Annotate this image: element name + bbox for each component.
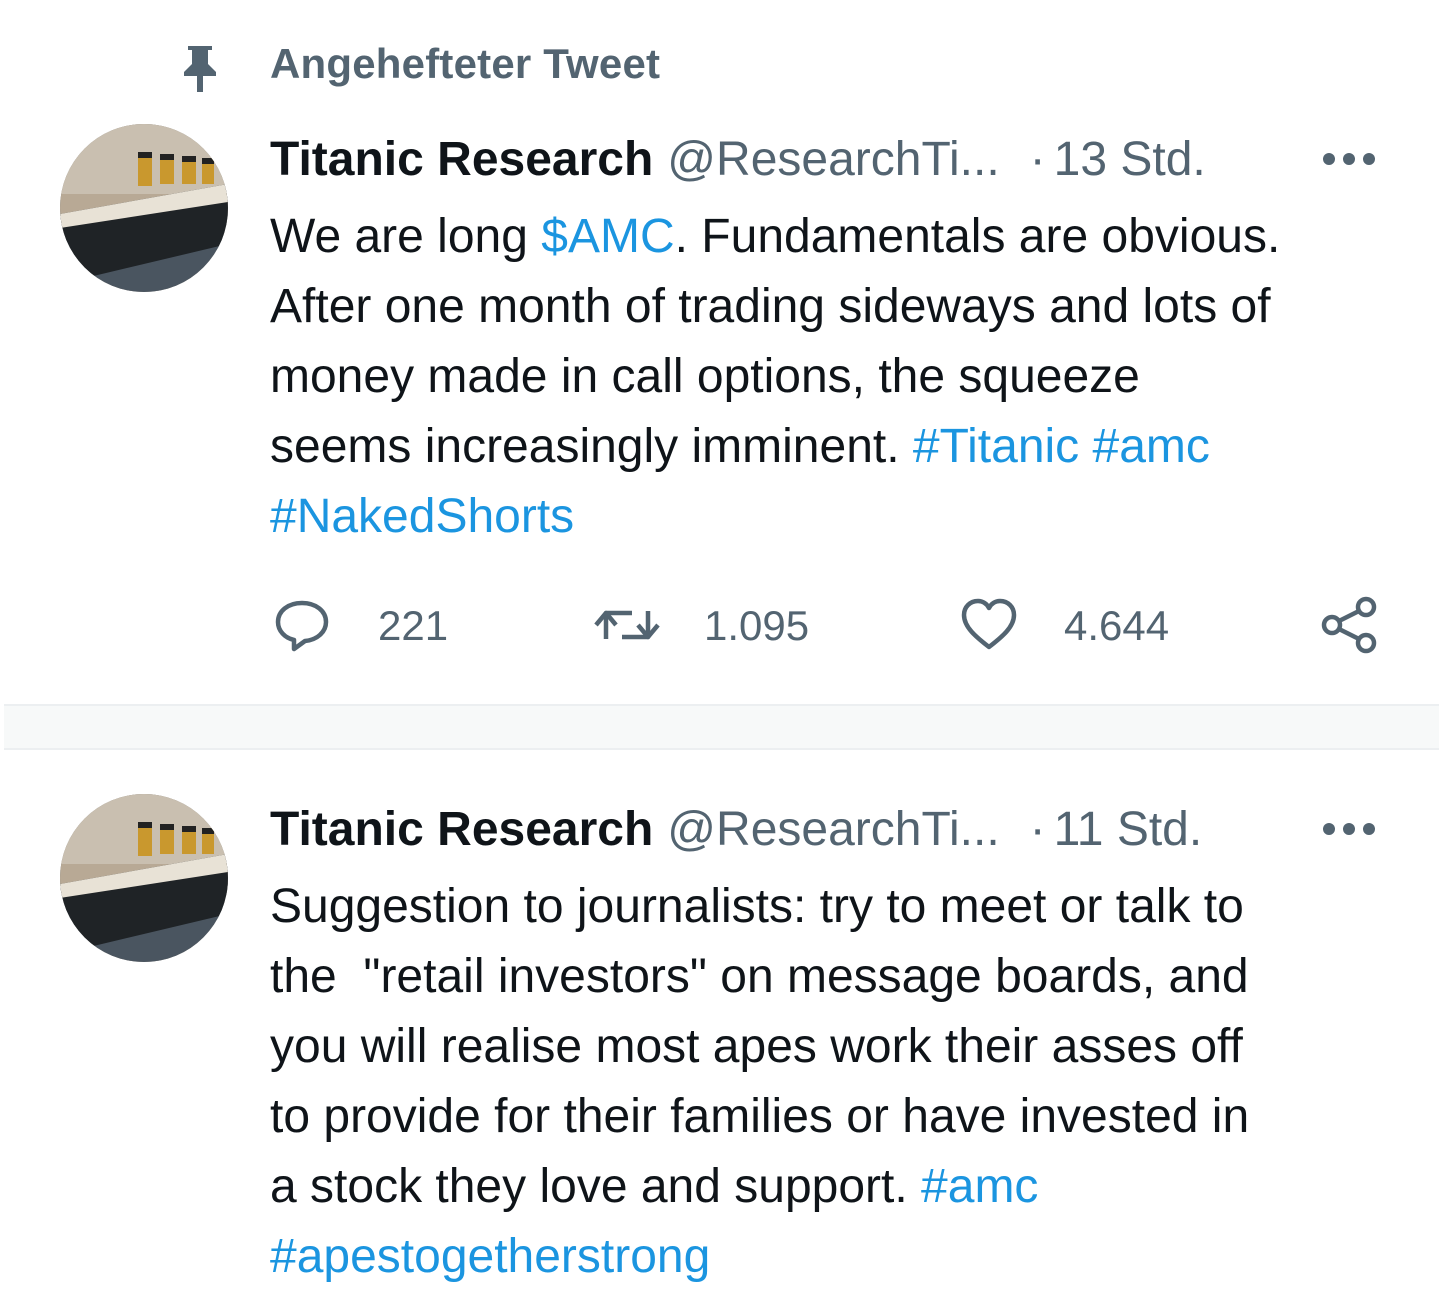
author-name[interactable]: Titanic Research — [270, 133, 653, 186]
more-icon[interactable] — [1320, 150, 1378, 168]
retweet-count: 1.095 — [704, 602, 810, 649]
retweet-button[interactable]: 1.095 — [592, 590, 809, 660]
heart-icon — [961, 598, 1017, 650]
text-segment: seems increasingly imminent. — [270, 420, 913, 473]
author-handle[interactable]: @ResearchTi... — [667, 803, 999, 856]
text-segment — [1079, 420, 1092, 473]
reply-button[interactable]: 221 — [272, 590, 448, 660]
reply-icon — [275, 600, 329, 652]
share-icon — [1321, 596, 1377, 654]
tweet-divider — [4, 704, 1439, 750]
avatar-image — [60, 124, 228, 292]
separator-dot: · — [1029, 133, 1046, 186]
text-segment: a stock they love and support. — [270, 1160, 922, 1213]
avatar[interactable] — [60, 794, 228, 962]
text-segment: . Fundamentals are obvious. — [674, 210, 1281, 263]
tweet[interactable]: Titanic Research @ResearchTi... · 13 Std. W… — [0, 110, 1439, 700]
avatar[interactable] — [60, 124, 228, 292]
reply-count: 221 — [378, 602, 449, 649]
pinned-tweet-label: Angehefteter Tweet — [270, 40, 661, 87]
tweet-text-line: seems increasingly imminent. #Titanic #a… — [270, 412, 1400, 482]
tweet-header: Titanic Research @ResearchTi... · 13 Std. — [270, 132, 1206, 188]
tweet-text-line: money made in call options, the squeeze — [270, 342, 1400, 412]
more-icon[interactable] — [1320, 820, 1378, 838]
tweet[interactable]: Titanic Research @ResearchTi... · 11 Std. S… — [0, 780, 1439, 1309]
hashtag-link[interactable]: #amc — [1093, 420, 1210, 473]
pin-icon — [184, 46, 216, 92]
hashtag-link[interactable]: #Titanic — [913, 420, 1079, 473]
text-segment: the "retail investors" on message boards… — [270, 950, 1249, 1003]
text-segment: money made in call options, the squeeze — [270, 350, 1140, 403]
hashtag-link[interactable]: #apestogetherstrong — [270, 1230, 710, 1283]
tweet-text-line: a stock they love and support. #amc — [270, 1152, 1400, 1222]
tweet-timestamp[interactable]: 11 Std. — [1054, 803, 1203, 856]
tweet-timestamp[interactable]: 13 Std. — [1054, 133, 1206, 186]
text-segment: you will realise most apes work their as… — [270, 1020, 1243, 1073]
text-segment: After one month of trading sideways and … — [270, 280, 1271, 333]
share-button[interactable] — [1320, 590, 1380, 660]
text-segment: Suggestion to journalists: try to meet o… — [270, 880, 1244, 933]
tweet-text-line: #NakedShorts — [270, 482, 1400, 552]
tweet-text-line: We are long $AMC. Fundamentals are obvio… — [270, 202, 1400, 272]
cashtag-link[interactable]: $AMC — [541, 210, 674, 263]
tweet-text: Suggestion to journalists: try to meet o… — [270, 872, 1400, 1292]
tweet-text-line: the "retail investors" on message boards… — [270, 942, 1400, 1012]
like-button[interactable]: 4.644 — [958, 590, 1169, 660]
author-handle[interactable]: @ResearchTi... — [667, 133, 999, 186]
tweet-text-line: After one month of trading sideways and … — [270, 272, 1400, 342]
author-name[interactable]: Titanic Research — [270, 803, 653, 856]
hashtag-link[interactable]: #NakedShorts — [270, 490, 574, 543]
tweet-text-line: #apestogetherstrong — [270, 1222, 1400, 1292]
tweet-header: Titanic Research @ResearchTi... · 11 Std. — [270, 802, 1202, 858]
text-segment: to provide for their families or have in… — [270, 1090, 1250, 1143]
tweet-text-line: Suggestion to journalists: try to meet o… — [270, 872, 1400, 942]
tweet-actions: 221 1.095 4.644 — [0, 590, 1439, 660]
separator-dot: · — [1029, 803, 1046, 856]
avatar-image — [60, 794, 228, 962]
tweet-text-line: you will realise most apes work their as… — [270, 1012, 1400, 1082]
tweet-text-line: to provide for their families or have in… — [270, 1082, 1400, 1152]
like-count: 4.644 — [1064, 602, 1170, 649]
hashtag-link[interactable]: #amc — [921, 1160, 1038, 1213]
text-segment: We are long — [270, 210, 542, 263]
tweet-text: We are long $AMC. Fundamentals are obvio… — [270, 202, 1400, 552]
retweet-icon — [594, 610, 660, 640]
pinned-tweet-header: Angehefteter Tweet — [0, 0, 1439, 120]
